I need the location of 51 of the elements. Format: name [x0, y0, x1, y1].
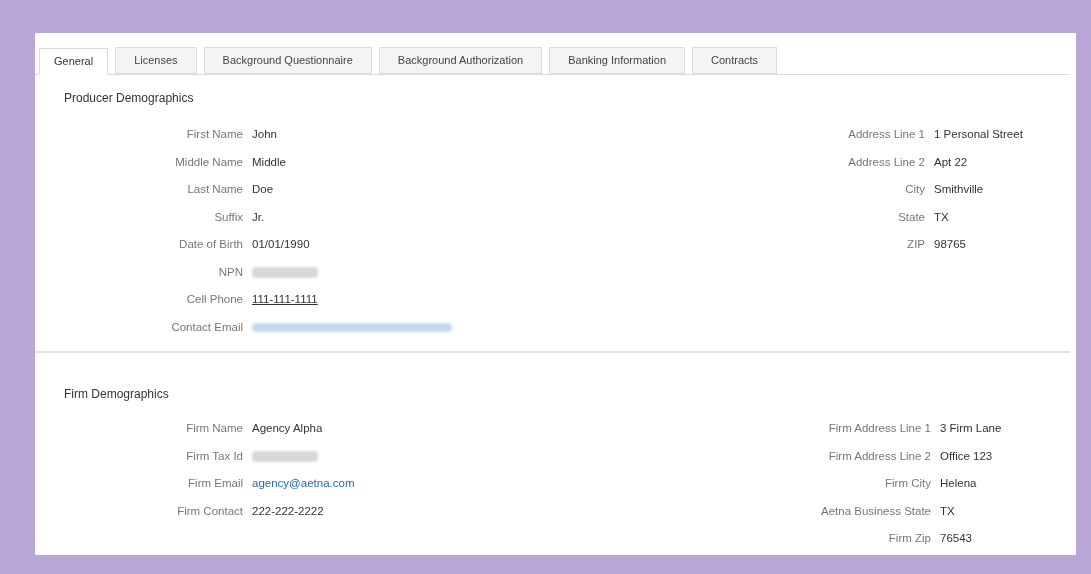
field-label: Firm City — [884, 476, 931, 492]
tab[interactable]: Background Authorization — [378, 47, 543, 74]
field-label: Firm Address Line 1 — [827, 421, 931, 437]
field-label: First Name — [185, 127, 243, 143]
field-label: Firm Contact — [176, 503, 243, 519]
field-label: ZIP — [906, 237, 925, 253]
tab[interactable]: General — [39, 48, 109, 75]
field-label: Contact Email — [170, 319, 243, 335]
field-value: Smithville — [934, 182, 984, 198]
field-label: Address Line 2 — [847, 154, 925, 170]
field-value: Helena — [940, 476, 977, 492]
field-label: Middle Name — [174, 154, 243, 170]
field-value: 1 Personal Street — [934, 127, 1023, 143]
field-value: 98765 — [934, 237, 966, 253]
field-value: Apt 22 — [934, 154, 968, 170]
field-label: NPN — [217, 264, 243, 280]
field-label: Aetna Business State — [820, 503, 931, 519]
field-value: Agency Alpha — [252, 421, 323, 437]
field-label: Firm Address Line 2 — [827, 448, 931, 464]
field-label: Address Line 1 — [847, 127, 925, 143]
field-label: Date of Birth — [178, 237, 243, 253]
redacted-value — [252, 450, 318, 462]
field-value: 01/01/1990 — [252, 237, 310, 253]
tab[interactable]: Contracts — [692, 47, 778, 74]
field-value: 76543 — [940, 531, 972, 547]
field-value: TX — [934, 209, 949, 225]
field-label: Firm Name — [185, 421, 243, 437]
field-value: John — [252, 127, 277, 143]
field-value: Office 123 — [940, 448, 993, 464]
redacted-value — [252, 266, 318, 278]
field-label: State — [897, 209, 925, 225]
phone-link[interactable]: 111-111-1111 — [252, 291, 318, 309]
field-value: Jr. — [252, 209, 265, 225]
field-value: Doe — [252, 182, 274, 198]
field-value: 222-222-2222 — [252, 503, 324, 519]
email-link[interactable]: agency@aetna.com — [252, 475, 355, 493]
field-label: Suffix — [213, 209, 243, 225]
field-label: Last Name — [186, 182, 243, 198]
section-heading: Firm Demographics — [64, 386, 170, 403]
tab[interactable]: Background Questionnaire — [203, 47, 372, 74]
field-value: TX — [940, 503, 955, 519]
field-label: Firm Tax Id — [185, 448, 243, 464]
field-label: Cell Phone — [185, 292, 243, 308]
field-value: Middle — [252, 154, 286, 170]
tab[interactable]: Banking Information — [549, 47, 686, 74]
field-value: 3 Firm Lane — [940, 421, 1002, 437]
tab[interactable]: Licenses — [115, 47, 197, 74]
field-label: Firm Zip — [887, 531, 931, 547]
section-heading: Producer Demographics — [64, 90, 195, 107]
field-label: City — [904, 182, 925, 198]
field-label: Firm Email — [187, 476, 243, 492]
